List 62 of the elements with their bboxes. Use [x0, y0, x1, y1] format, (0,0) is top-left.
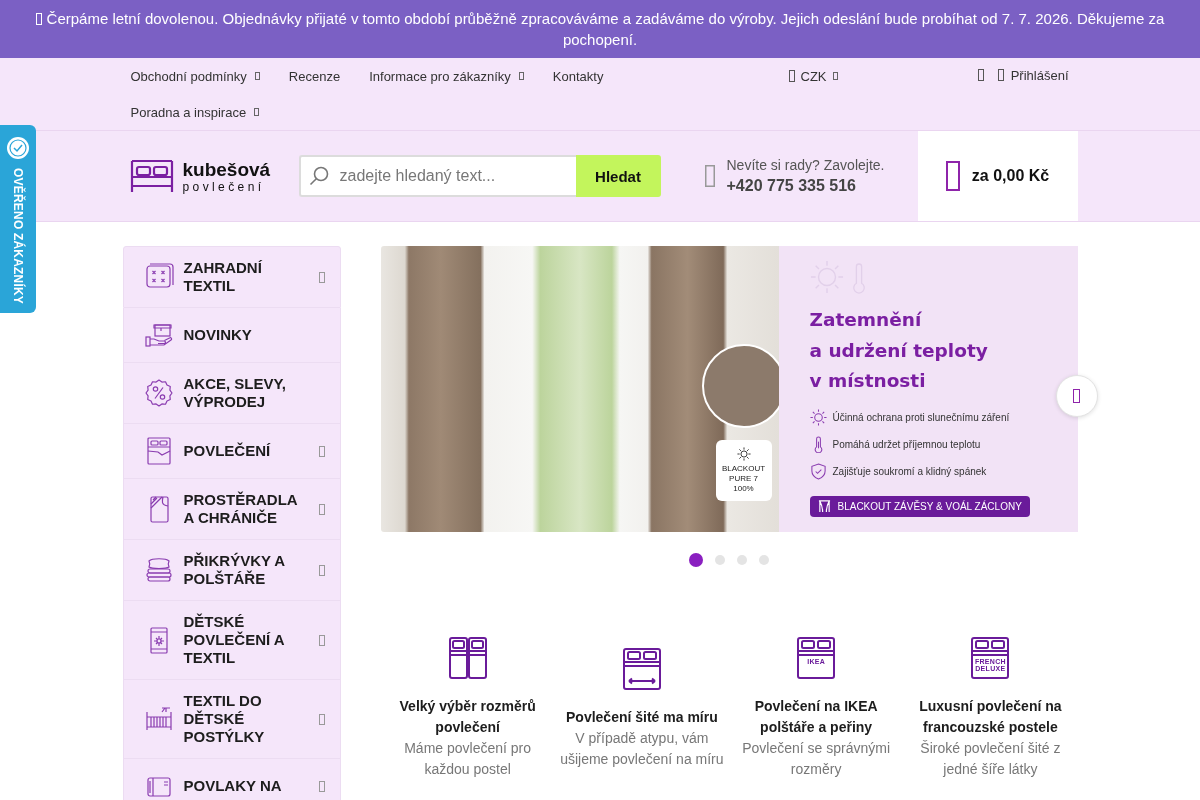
category-item[interactable]: AKCE, SLEVY, VÝPRODEJ	[122, 363, 341, 424]
shield-check-icon	[809, 462, 827, 480]
feature-title: Luxusní povlečení na francouzské postele	[918, 697, 1063, 737]
category-item[interactable]: POVLEČENÍ	[122, 424, 341, 479]
banner-cta-button[interactable]: BLACKOUT ZÁVĚSY & VOÁL ZÁCLONY	[809, 495, 1030, 517]
bed-icon	[128, 158, 175, 194]
curtain-icon	[817, 499, 831, 513]
twin-beds-icon	[447, 636, 488, 680]
contact-prompt: Nevíte si rady? Zavolejte.	[726, 156, 885, 175]
feature-title: Povlečení na IKEA polštáře a peřiny	[753, 697, 879, 737]
missing-glyph-icon	[788, 70, 795, 82]
bed-width-icon	[621, 646, 662, 691]
bed-icon	[970, 636, 1011, 680]
missing-glyph-icon	[1073, 389, 1080, 403]
banner-feature-text: Pomáhá udržet příjemnou teplotu	[832, 438, 981, 450]
banner-heading: Zatemnění a udržení teploty v místnosti	[809, 308, 989, 393]
carousel-dot[interactable]	[737, 555, 747, 565]
feature-text: Široké povlečení šité z jedné šíře látky	[919, 739, 1062, 779]
search-button[interactable]: Hledat	[575, 155, 661, 197]
feature-text: V případě atypu, vám ušijeme povlečení na míru	[559, 728, 725, 769]
feature-title: Velký výběr rozměrů povlečení	[398, 697, 537, 737]
category-item[interactable]: POVLAKY NA	[122, 759, 341, 800]
feature-text: Povlečení se správnými rozměry	[741, 739, 892, 779]
sun-icon	[736, 447, 751, 461]
category-item[interactable]: NOVINKY	[122, 308, 341, 363]
nav-link[interactable]: Poradna a inspirace	[130, 94, 260, 130]
search-field[interactable]: zadejte hledaný text...	[298, 155, 576, 197]
carousel-dot[interactable]	[759, 555, 769, 565]
login-link[interactable]: Přihlášení	[997, 67, 1069, 83]
missing-glyph-icon	[35, 13, 42, 25]
missing-glyph-icon	[945, 161, 960, 191]
search-icon	[308, 166, 329, 186]
verified-badge-icon	[6, 136, 30, 160]
banner-feature-text: Zajišťuje soukromí a klidný spánek	[832, 465, 987, 477]
nav-link[interactable]: Obchodní podmínky	[130, 58, 260, 94]
phone-number: +420 775 335 516	[726, 176, 857, 196]
feature-title: Povlečení šité ma míru	[566, 707, 718, 727]
category-item[interactable]: ZAHRADNÍ TEXTIL	[122, 246, 341, 308]
bed-icon	[796, 636, 837, 680]
carousel-dot[interactable]	[715, 555, 725, 565]
cart-button[interactable]: za 0,00 Kč	[917, 131, 1078, 221]
currency-selector[interactable]: CZK	[788, 58, 838, 94]
carousel-dot[interactable]	[689, 553, 703, 567]
category-item[interactable]: PŘIKRÝVKY A POLŠTÁŘE	[122, 540, 341, 601]
banner-feature-text: Účinná ochrana proti slunečnímu záření	[832, 411, 1010, 423]
category-item[interactable]: PROSTĚRADLA A CHRÁNIČE	[122, 479, 341, 540]
nav-link[interactable]: Recenze	[288, 58, 341, 94]
product-badge: BLACKOUT PURE 7 100%	[715, 440, 772, 501]
logo-link[interactable]: kubešová povlečení	[128, 158, 274, 194]
percent-badge-icon	[143, 378, 174, 408]
missing-glyph-icon	[832, 72, 838, 80]
nav-link[interactable]: Informace pro zákazníky	[369, 58, 524, 94]
category-item[interactable]: DĚTSKÉ POVLEČENÍ A TEXTIL	[122, 601, 341, 680]
missing-glyph-icon	[704, 165, 715, 187]
missing-glyph-icon[interactable]	[977, 69, 984, 81]
announcement-text: Čerpáme letní dovolenou. Objednávky přijaté v tomto období průběžně zpracováváme a zadáváme do výroby. Jejich odeslání bude probíhat od 7. 7. 2026. Děkujeme za pochopení.	[46, 10, 1165, 48]
missing-glyph-icon	[997, 69, 1004, 81]
category-item[interactable]: TEXTIL DO DĚTSKÉ POSTÝLKY	[122, 680, 341, 759]
pillow-stack-icon	[143, 555, 174, 585]
nav-link[interactable]: Kontakty	[552, 58, 604, 94]
sun-icon	[809, 408, 827, 426]
feature-text: Máme povlečení pro každou postel	[403, 739, 533, 779]
